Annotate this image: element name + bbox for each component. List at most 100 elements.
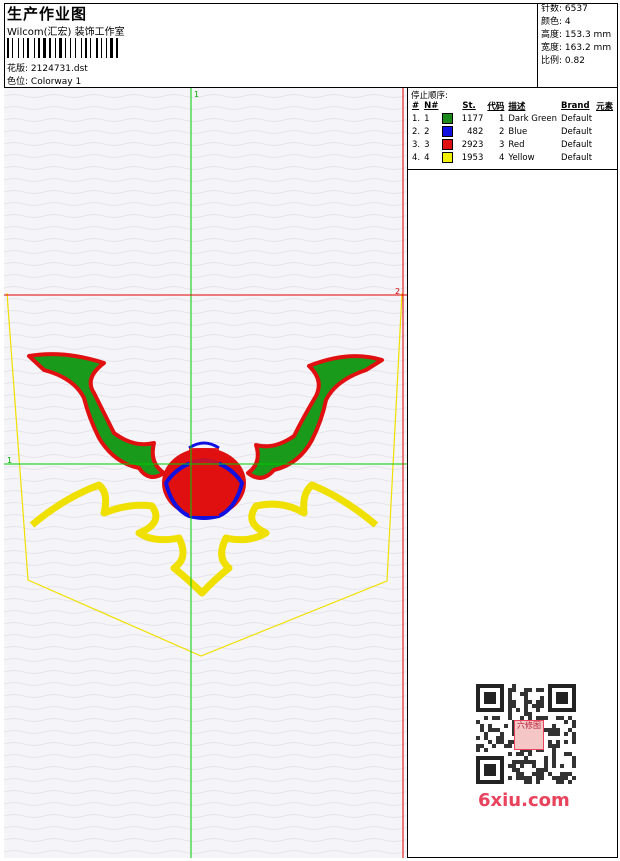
qr-module <box>544 768 548 772</box>
qr-module <box>508 776 512 780</box>
qr-module <box>528 712 532 716</box>
qr-module <box>564 776 568 780</box>
qr-module <box>508 700 512 704</box>
stat-scale: 比例: 0.82 <box>541 56 585 66</box>
barcode-bar <box>52 38 54 58</box>
barcode-bar <box>10 38 11 58</box>
qr-module <box>552 732 556 736</box>
barcode-bar <box>88 38 89 58</box>
qr-module <box>520 692 524 696</box>
qr-module <box>508 696 512 700</box>
file-label: 花版: <box>7 64 29 74</box>
qr-module <box>568 780 572 784</box>
qr-module <box>572 740 576 744</box>
cell-element <box>594 151 615 164</box>
qr-module <box>552 760 556 764</box>
qr-module <box>516 760 520 764</box>
color-swatch <box>442 139 454 150</box>
col-stitches: St. <box>462 101 476 111</box>
qr-module <box>524 688 528 692</box>
qr-module <box>572 732 576 736</box>
qr-module <box>504 724 508 728</box>
barcode-bar <box>85 38 87 58</box>
qr-module <box>496 736 500 740</box>
barcode-bar <box>83 38 84 58</box>
qr-module <box>508 688 512 692</box>
qr-module <box>476 744 480 748</box>
qr-module <box>504 744 508 748</box>
qr-module <box>540 696 544 700</box>
qr-module <box>552 752 556 756</box>
barcode-bar <box>101 38 102 58</box>
qr-module <box>508 708 512 712</box>
qr-module <box>528 760 532 764</box>
cell-code: 1 <box>498 113 505 124</box>
page-title: 生产作业图 <box>7 5 88 23</box>
qr-module <box>508 712 512 716</box>
cell-element <box>594 125 615 138</box>
col-index: # <box>412 101 420 111</box>
qr-module <box>520 772 524 776</box>
qr-module <box>552 728 556 732</box>
cell-index: 2. <box>412 126 421 137</box>
barcode-bar <box>41 38 42 58</box>
qr-module <box>556 776 560 780</box>
barcode-bar <box>81 38 82 58</box>
barcode-bar <box>36 38 37 58</box>
qr-module <box>500 732 504 736</box>
qr-module <box>476 736 480 740</box>
embroidery-preview: 1 1 2 <box>4 88 408 858</box>
qr-module <box>552 756 556 760</box>
qr-module <box>508 692 512 696</box>
barcode-bar <box>49 38 51 58</box>
qr-module <box>540 700 544 704</box>
stats-panel: 针数: 6537 颜色: 4 高度: 153.3 mm 宽度: 163.2 mm… <box>538 3 618 88</box>
qr-module <box>524 776 528 780</box>
qr-module <box>476 720 480 724</box>
qr-module <box>528 700 532 704</box>
qr-module <box>508 752 512 756</box>
qr-module <box>568 716 572 720</box>
qr-module <box>544 716 548 720</box>
qr-finder <box>484 764 496 776</box>
cell-stitches: 2923 <box>440 138 485 151</box>
qr-module <box>520 764 524 768</box>
qr-module <box>544 764 548 768</box>
qr-module <box>540 776 544 780</box>
qr-module <box>560 716 564 720</box>
qr-module <box>572 720 576 724</box>
qr-module <box>536 688 540 692</box>
qr-module <box>536 776 540 780</box>
stat-stitches: 针数: 6537 <box>541 4 588 14</box>
barcode-bar <box>77 38 80 58</box>
qr-module <box>564 752 568 756</box>
qr-module <box>572 724 576 728</box>
qr-module <box>544 728 548 732</box>
qr-module <box>552 724 556 728</box>
qr-module <box>512 760 516 764</box>
stat-width: 宽度: 163.2 mm <box>541 43 612 53</box>
site-watermark: 6xiu.com <box>478 790 570 811</box>
qr-module <box>516 708 520 712</box>
qr-module <box>476 748 480 752</box>
qr-module <box>532 704 536 708</box>
cell-brand: Default <box>561 126 593 137</box>
v-green-guide-label: 1 <box>194 90 199 99</box>
qr-module <box>480 744 484 748</box>
h-green-guide-label: 1 <box>7 456 12 465</box>
qr-module <box>508 744 512 748</box>
qr-module <box>544 760 548 764</box>
barcode-bar <box>116 38 118 58</box>
cell-index: 4. <box>412 152 421 163</box>
stitch-count: 1953 <box>461 153 484 163</box>
qr-module <box>524 700 528 704</box>
cell-brand: Default <box>561 113 593 124</box>
barcode-bar <box>12 38 13 58</box>
qr-module <box>484 736 488 740</box>
qr-module <box>508 764 512 768</box>
qr-module <box>548 728 552 732</box>
qr-module <box>512 684 516 688</box>
barcode-bar <box>43 38 46 58</box>
qr-module <box>536 700 540 704</box>
qr-module <box>552 744 556 748</box>
